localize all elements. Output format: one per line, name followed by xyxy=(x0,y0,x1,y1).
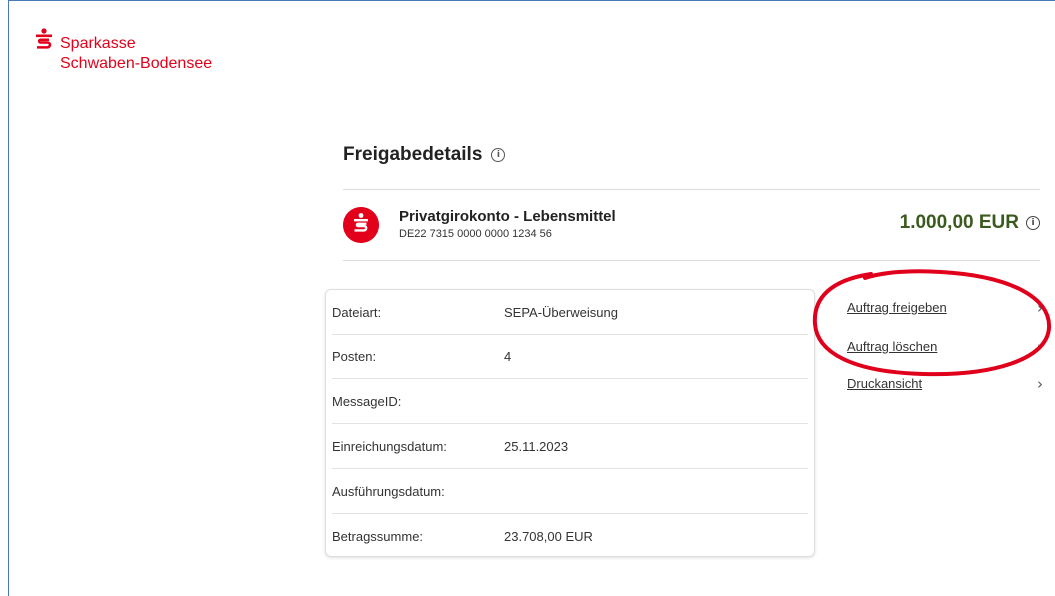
detail-label: Einreichungsdatum: xyxy=(332,439,447,454)
bank-name: Sparkasse Schwaben-Bodensee xyxy=(60,28,212,74)
bank-name-line2: Schwaben-Bodensee xyxy=(60,55,213,72)
delete-order-link[interactable]: Auftrag löschen › xyxy=(847,338,1043,361)
account-amount-value: 1.000,00 EUR xyxy=(899,212,1019,233)
detail-row-messageid: MessageID: xyxy=(332,379,808,424)
detail-row-dateiart: Dateiart: SEPA-Überweisung xyxy=(332,290,808,335)
action-label: Druckansicht xyxy=(847,376,923,391)
action-label: Auftrag löschen xyxy=(847,339,938,354)
detail-label: MessageID: xyxy=(332,394,402,409)
account-name: Privatgirokonto - Lebensmittel xyxy=(399,208,616,225)
detail-value: 4 xyxy=(504,349,512,364)
approve-order-link[interactable]: Auftrag freigeben › xyxy=(847,299,1043,322)
action-label: Auftrag freigeben xyxy=(847,300,947,315)
page-title: Freigabedetails i xyxy=(343,144,506,166)
detail-row-einreichungsdatum: Einreichungsdatum: 25.11.2023 xyxy=(332,424,808,469)
detail-row-betragssumme: Betragssumme: 23.708,00 EUR xyxy=(332,514,808,558)
print-view-link[interactable]: Druckansicht › xyxy=(847,375,1043,398)
divider xyxy=(343,260,1040,261)
bank-logo[interactable]: Sparkasse Schwaben-Bodensee xyxy=(34,28,212,74)
chevron-right-icon: › xyxy=(1037,299,1043,317)
page-title-text: Freigabedetails xyxy=(343,144,483,165)
detail-label: Posten: xyxy=(332,349,377,364)
detail-value: 25.11.2023 xyxy=(504,439,569,454)
detail-label: Dateiart: xyxy=(332,305,382,320)
detail-row-ausfuehrungsdatum: Ausführungsdatum: xyxy=(332,469,808,514)
account-iban: DE22 7315 0000 0000 1234 56 xyxy=(399,228,552,240)
amount-info-icon[interactable]: i xyxy=(1026,216,1040,230)
detail-value: 23.708,00 EUR xyxy=(504,529,593,544)
details-card: Dateiart: SEPA-Überweisung Posten: 4 Mes… xyxy=(325,289,815,557)
divider xyxy=(343,189,1040,190)
detail-value: SEPA-Überweisung xyxy=(504,305,618,320)
sparkasse-logo-icon xyxy=(36,28,52,49)
bank-name-line1: Sparkasse xyxy=(60,35,136,52)
account-summary: Privatgirokonto - Lebensmittel DE22 7315… xyxy=(343,204,1040,248)
chevron-right-icon: › xyxy=(1037,338,1043,356)
detail-label: Betragssumme: xyxy=(332,529,424,544)
sparkasse-account-icon xyxy=(343,207,379,243)
detail-label: Ausführungsdatum: xyxy=(332,484,445,499)
account-amount: 1.000,00 EUR i xyxy=(900,212,1040,234)
chevron-right-icon: › xyxy=(1037,375,1043,393)
detail-row-posten: Posten: 4 xyxy=(332,334,808,379)
info-icon[interactable]: i xyxy=(491,148,506,162)
